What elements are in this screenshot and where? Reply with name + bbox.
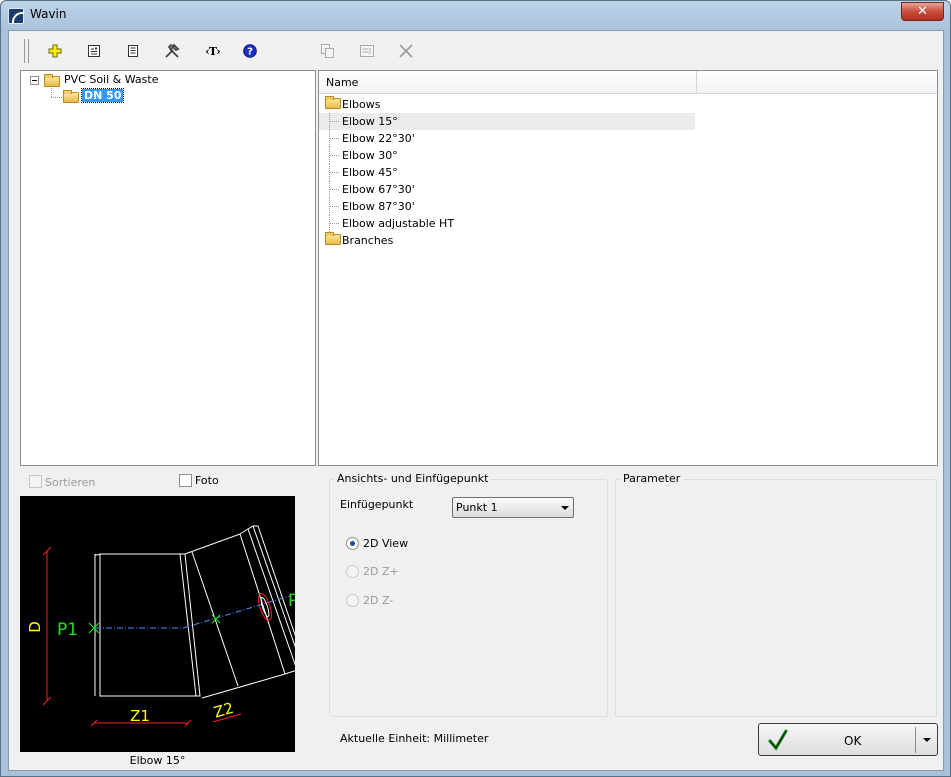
label-p2: P2 <box>288 591 295 611</box>
label-d: D <box>26 621 44 633</box>
help-button[interactable]: ? <box>241 42 259 60</box>
tree-connector <box>324 181 342 198</box>
tree-item-pvc-soil-waste[interactable]: PVC Soil & Waste <box>64 73 158 86</box>
close-button[interactable]: ✕ <box>901 2 944 21</box>
tree-connector <box>324 164 342 181</box>
radio-2d-z-minus-label: 2D Z- <box>363 594 394 607</box>
elbow-drawing: D P1 P Z1 Z2 <box>26 525 309 727</box>
radio-2d-z-plus-label: 2D Z+ <box>363 565 399 578</box>
tools-icon <box>165 43 180 58</box>
label-z1: Z1 <box>130 707 150 725</box>
list-item[interactable]: Branches <box>319 232 393 249</box>
toolbar: ‹T› ? <box>9 31 943 69</box>
column-separator[interactable] <box>696 71 697 93</box>
list-item-label: Elbow 45° <box>342 166 398 179</box>
insert-point-value: Punkt 1 <box>456 501 498 514</box>
title-bar[interactable]: Wavin ✕ <box>1 1 950 30</box>
list-item-label: Elbow 87°30' <box>342 200 415 213</box>
list-item[interactable]: Elbows <box>319 96 380 113</box>
preview-caption: Elbow 15° <box>129 754 186 767</box>
toolbar-grip[interactable] <box>24 39 29 63</box>
list-header: Name <box>319 71 937 94</box>
tree-connector <box>51 86 52 97</box>
list-item[interactable]: Elbow 87°30' <box>319 198 415 215</box>
insert-point-select[interactable]: Punkt 1 <box>452 497 574 518</box>
radio-2d-z-plus[interactable] <box>346 565 359 578</box>
sort-label: Sortieren <box>45 476 96 489</box>
insert-point-label: Einfügepunkt <box>340 498 414 511</box>
parameter-group <box>615 479 937 717</box>
add-icon <box>48 44 62 58</box>
chevron-down-icon <box>561 506 569 510</box>
application-window: Wavin ✕ ‹T› ? PVC Soil & Waste DN 50 Nam… <box>0 0 951 777</box>
list-item-label: Elbow adjustable HT <box>342 217 455 230</box>
tools-button[interactable] <box>163 42 181 60</box>
folder-icon <box>325 232 341 245</box>
unit-info: Aktuelle Einheit: Millimeter <box>340 732 489 745</box>
ok-label: OK <box>844 734 862 748</box>
tree-connector <box>324 130 342 147</box>
list-item-label: Elbow 30° <box>342 149 398 162</box>
folder-icon <box>325 96 341 109</box>
dimension-d <box>42 546 52 706</box>
list-item[interactable]: Elbow 15° <box>319 113 695 130</box>
app-icon <box>8 8 24 24</box>
properties-icon <box>88 45 100 57</box>
add-button[interactable] <box>46 42 64 60</box>
checkmark-icon <box>768 729 788 751</box>
label-p1: P1 <box>57 620 78 640</box>
pipe-outline <box>94 525 306 699</box>
category-tree[interactable]: PVC Soil & Waste DN 50 <box>20 70 316 466</box>
tree-item-dn-50[interactable]: DN 50 <box>80 88 125 103</box>
collapse-toggle[interactable] <box>30 76 39 85</box>
ok-button[interactable]: OK <box>758 723 938 756</box>
help-icon: ? <box>243 44 257 58</box>
folder-icon <box>44 74 60 87</box>
ok-split-divider <box>915 727 916 753</box>
text-button[interactable]: ‹T› <box>202 42 224 60</box>
svg-text:?: ? <box>247 47 253 58</box>
text-icon: ‹T› <box>205 44 221 58</box>
copy-icon <box>321 44 334 58</box>
list-item-label: Elbows <box>342 98 381 111</box>
label-z2: Z2 <box>212 699 236 722</box>
folder-open-icon <box>63 90 79 103</box>
column-header-name[interactable]: Name <box>326 76 358 89</box>
delete-icon <box>399 44 413 58</box>
delete-button[interactable] <box>397 42 415 60</box>
tree-connector <box>324 113 342 130</box>
dialog-body: ‹T› ? PVC Soil & Waste DN 50 Name Elbows… <box>8 30 944 771</box>
list-item[interactable]: Elbow 22°30' <box>319 130 415 147</box>
tree-connector <box>324 215 342 232</box>
edit-list-button[interactable] <box>358 42 376 60</box>
view-insert-group-title: Ansichts- und Einfügepunkt <box>334 472 492 485</box>
list-item-label: Elbow 22°30' <box>342 132 415 145</box>
part-preview: D P1 P Z1 Z2 <box>20 496 309 752</box>
list-item[interactable]: Elbow 67°30' <box>319 181 415 198</box>
list-item-label: Branches <box>342 234 394 247</box>
photo-label: Foto <box>195 474 219 487</box>
document-button[interactable] <box>124 42 142 60</box>
list-item[interactable]: Elbow 30° <box>319 147 398 164</box>
document-icon <box>128 45 138 57</box>
parts-list[interactable]: Name Elbows Elbow 15° Elbow 22°30' Elbow 30… <box>318 70 938 466</box>
edit-list-icon <box>360 45 374 57</box>
tree-connector <box>51 97 62 98</box>
radio-2d-z-minus[interactable] <box>346 594 359 607</box>
chevron-down-icon[interactable] <box>923 738 931 742</box>
radio-2d-view[interactable] <box>346 537 359 550</box>
radio-2d-view-label: 2D View <box>363 537 409 550</box>
properties-button[interactable] <box>85 42 103 60</box>
list-item-label: Elbow 67°30' <box>342 183 415 196</box>
photo-checkbox[interactable] <box>179 474 192 487</box>
sort-checkbox[interactable] <box>29 475 42 488</box>
list-item[interactable]: Elbow 45° <box>319 164 398 181</box>
list-item-label: Elbow 15° <box>342 115 398 128</box>
window-title: Wavin <box>30 7 67 21</box>
tree-connector <box>324 198 342 215</box>
list-item[interactable]: Elbow adjustable HT <box>319 215 454 232</box>
copy-button[interactable] <box>319 42 337 60</box>
tree-connector <box>324 147 342 164</box>
parameter-group-title: Parameter <box>620 472 684 485</box>
